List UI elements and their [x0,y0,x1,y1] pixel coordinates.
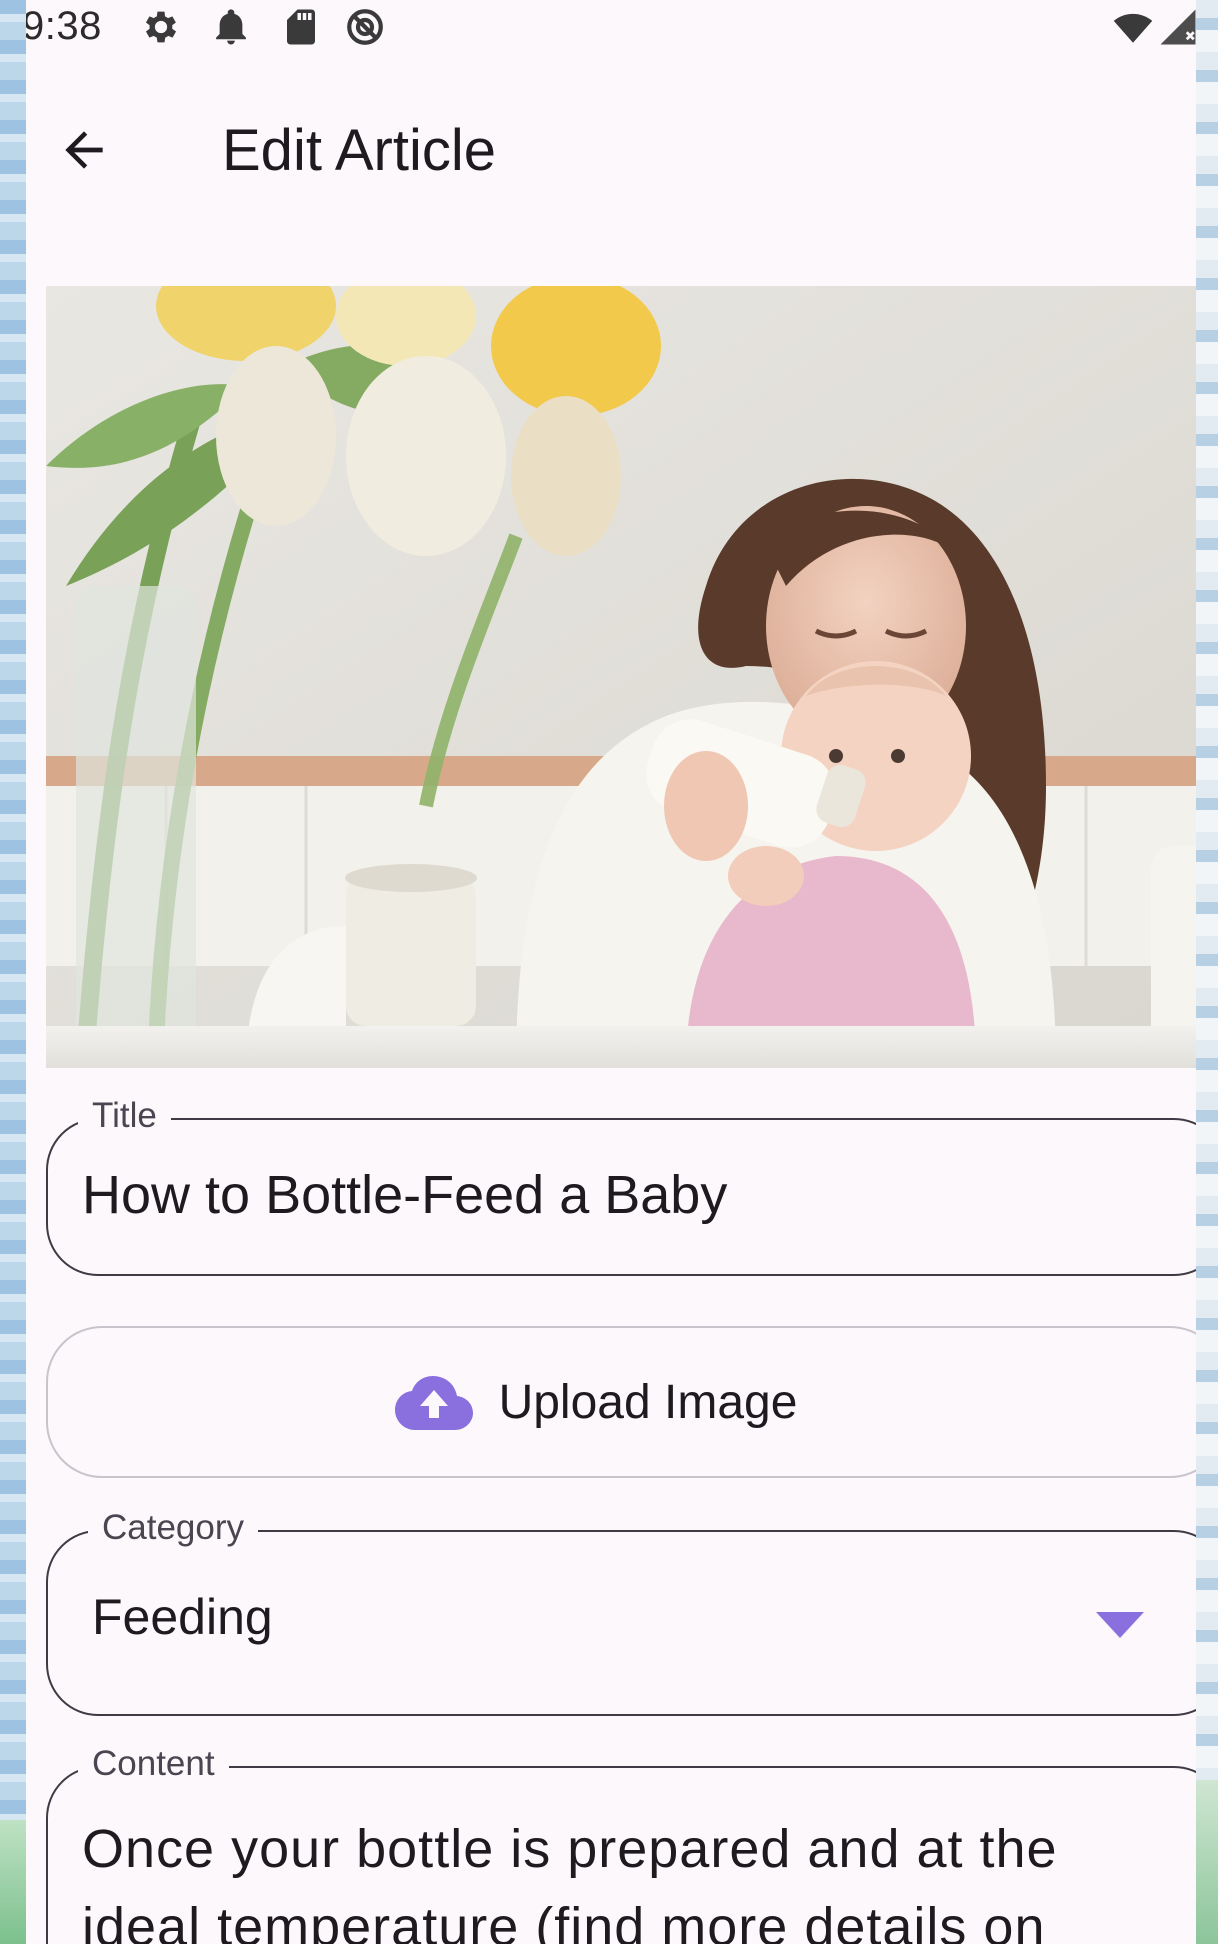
gear-icon [145,11,177,43]
title-field[interactable]: Title How to Bottle-Feed a Baby [46,1096,1196,1276]
dropdown-arrow-icon[interactable] [1094,1610,1146,1640]
status-time: 9:38 [26,4,102,48]
wallpaper-left-bottom [0,1820,26,1944]
wallpaper-right [1196,0,1218,1944]
wallpaper-right-bottom [1196,1780,1218,1944]
title-input[interactable]: How to Bottle-Feed a Baby [82,1164,727,1226]
sd-card-icon [287,9,315,45]
bell-icon [216,9,246,45]
article-image [46,286,1196,1068]
app-screen: 9:38 Edit Article Title How to Bottle-Fe… [26,0,1196,1944]
do-not-disturb-icon [347,9,383,45]
category-field-label: Category [88,1508,259,1548]
app-bar: Edit Article [26,90,1196,210]
back-button[interactable] [46,112,122,188]
status-bar: 9:38 [26,0,1196,56]
title-field-label: Title [78,1096,171,1136]
wallpaper-left [0,0,26,1944]
signal-icon [1160,9,1196,45]
article-photo [46,286,1196,1068]
cloud-upload-icon [394,1376,473,1430]
content-field-label: Content [78,1744,229,1784]
content-field[interactable]: Content Once your bottle is prepared and… [46,1744,1196,1944]
content-textarea[interactable]: Once your bottle is prepared and at the … [82,1810,1192,1944]
upload-image-button[interactable]: Upload Image [46,1326,1196,1478]
arrow-back-icon [65,131,103,169]
page-title: Edit Article [222,118,496,183]
category-dropdown[interactable]: Category Feeding [46,1508,1196,1716]
upload-image-label: Upload Image [498,1375,798,1429]
category-selected-value[interactable]: Feeding [92,1588,273,1646]
wifi-icon [1113,13,1153,43]
